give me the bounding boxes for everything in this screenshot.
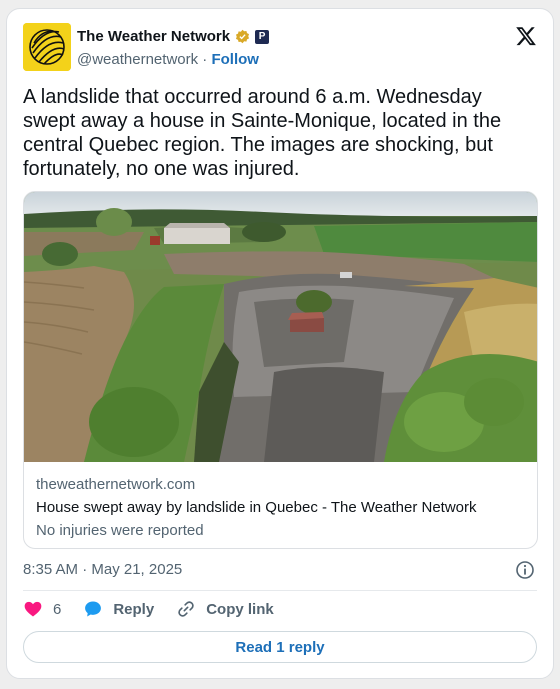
copy-link-button[interactable]: Copy link bbox=[176, 599, 274, 619]
gold-verified-icon[interactable] bbox=[235, 29, 250, 44]
tweet-text: A landslide that occurred around 6 a.m. … bbox=[23, 86, 502, 180]
link-description: No injuries were reported bbox=[36, 522, 204, 539]
landslide-photo bbox=[24, 192, 537, 462]
like-count: 6 bbox=[53, 600, 62, 618]
copy-link-label: Copy link bbox=[206, 600, 274, 618]
read-replies-button[interactable]: Read 1 reply bbox=[23, 631, 537, 663]
link-title[interactable]: House swept away by landslide in Quebec … bbox=[36, 499, 477, 516]
info-icon[interactable] bbox=[515, 560, 535, 580]
tweet-timestamp[interactable]: 8:35 AM · May 21, 2025 bbox=[23, 561, 182, 578]
weather-network-logo-icon bbox=[23, 23, 71, 71]
affiliate-badge-icon[interactable]: P bbox=[255, 29, 270, 44]
link-icon bbox=[178, 601, 194, 617]
like-button[interactable]: 6 bbox=[23, 599, 61, 619]
reply-button[interactable]: Reply bbox=[83, 599, 154, 619]
author-handle[interactable]: @weathernetwork bbox=[77, 51, 198, 68]
link-domain[interactable]: theweathernetwork.com bbox=[36, 476, 195, 493]
x-logo-icon[interactable] bbox=[515, 25, 537, 47]
tweet-card: The Weather Network P @weathernetwork · … bbox=[6, 8, 554, 679]
reply-bubble-icon bbox=[85, 601, 102, 617]
follow-button[interactable]: Follow bbox=[211, 51, 259, 68]
avatar[interactable] bbox=[23, 23, 71, 71]
author-name[interactable]: The Weather Network bbox=[77, 28, 230, 45]
action-bar: 6 Reply Copy link bbox=[23, 599, 296, 619]
divider bbox=[23, 590, 537, 591]
heart-icon bbox=[24, 601, 42, 617]
author-name-row: The Weather Network P bbox=[77, 28, 270, 45]
link-preview-card[interactable]: theweathernetwork.com House swept away b… bbox=[23, 191, 538, 549]
handle-row: @weathernetwork · Follow bbox=[77, 51, 259, 68]
separator-dot: · bbox=[202, 51, 208, 68]
reply-label: Reply bbox=[113, 600, 155, 618]
